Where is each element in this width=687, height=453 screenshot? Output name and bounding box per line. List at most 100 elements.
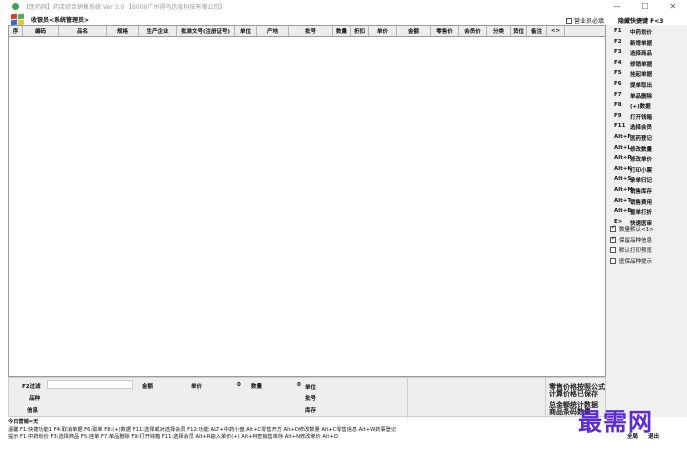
shortcut-key: F11 [614, 123, 626, 130]
column-header[interactable]: 编码 [23, 26, 59, 36]
hide-hotkeys-link[interactable]: 隐藏快捷键 F<3 [618, 16, 663, 25]
shortcut-item[interactable]: Alt+E 整单打折 [614, 208, 652, 216]
column-header[interactable]: <> [547, 26, 565, 36]
shortcut-item[interactable]: Alt+P 修改单价 [614, 155, 652, 163]
column-header[interactable]: 会员价 [459, 26, 487, 36]
unit-label: 单位 [305, 385, 317, 391]
shortcut-item[interactable]: F9 打开钱箱 [614, 113, 652, 121]
shortcut-key: F9 [614, 112, 622, 119]
exit-button[interactable]: 退出 [648, 432, 659, 440]
option-toggle[interactable]: 保留品种信息 [610, 235, 652, 244]
shortcut-label: 打开钱箱 [630, 114, 653, 121]
shortcut-item[interactable]: F2 新增单据 [614, 39, 652, 47]
close-button[interactable]: ✕ [659, 0, 687, 13]
title-bar: 【医药网】药店综合销售系统 Ver 3.0 【6000广州得马信息科技有限公司】… [0, 0, 687, 13]
shortcut-item[interactable]: Alt+T 销售费用 [614, 198, 652, 206]
shortcut-item[interactable]: Alt+M 销售库存 [614, 187, 652, 195]
shortcut-item[interactable]: F7 单品删除 [614, 92, 652, 100]
shortcut-item[interactable]: Alt+F 医药登记 [614, 134, 652, 142]
shortcut-item[interactable]: F1 中药划价 [614, 28, 652, 36]
shortcut-item[interactable]: F11 选择会员 [614, 123, 652, 131]
column-header[interactable]: 分类 [487, 26, 511, 36]
windows-logo-icon [11, 13, 26, 26]
option-toggle[interactable]: 数量默认<1> [610, 224, 654, 233]
shortcut-key: Alt+L [614, 144, 631, 151]
shortcut-key: Alt+M [614, 187, 633, 193]
shortcut-key: F2 [614, 38, 622, 45]
divider [545, 378, 546, 418]
price-label: 单价 [191, 384, 203, 390]
salesperson-required-checkbox[interactable] [566, 17, 572, 24]
column-header[interactable]: 零售价 [431, 26, 459, 36]
column-header[interactable]: 批号 [289, 26, 333, 36]
column-header[interactable]: 备注 [527, 26, 547, 36]
shortcut-item[interactable]: Alt+L 修改数量 [614, 145, 652, 153]
maximize-button[interactable]: ☐ [631, 0, 659, 13]
shortcut-label: 修改单价 [630, 157, 653, 164]
stock-label: 库存 [305, 408, 317, 414]
shortcut-label: 修改数量 [630, 146, 653, 153]
shortcut-label: 中药划价 [630, 30, 653, 36]
shortcut-key: F1 [614, 28, 622, 34]
shortcut-item[interactable]: F5 挂起单据 [614, 70, 652, 78]
shortcut-label: 选择会员 [630, 125, 653, 132]
shortcut-item[interactable]: Alt+S 录单归记 [614, 176, 652, 184]
sales-grid[interactable]: 序编码 品名 规格 生产企业 批准文号(注册证号) 单位 产地 批号 数量 折扣 单价 金额 零售价 会员… [8, 25, 606, 377]
shortcut-key: F4 [614, 59, 622, 66]
column-header[interactable]: 序 [9, 26, 23, 36]
shortcut-item[interactable]: F8 (+)数据 [614, 102, 651, 110]
shortcut-item[interactable]: Alt+K 打印小票 [614, 166, 652, 174]
column-header[interactable]: 单价 [369, 26, 397, 36]
price-value: 0 [237, 382, 241, 388]
column-header[interactable]: 品名 [59, 26, 107, 36]
shortcut-key: F6 [614, 81, 622, 87]
column-header[interactable]: 折扣 [351, 26, 369, 36]
column-header[interactable]: 单位 [235, 26, 257, 36]
shortcut-key: F8 [614, 102, 622, 109]
option-label: 默认打印预览 [619, 248, 653, 254]
column-header[interactable]: 生产企业 [139, 26, 177, 36]
filter-label: F2过滤 [22, 384, 41, 390]
variety-label: 品种 [29, 396, 41, 402]
shortcut-key: Alt+K [614, 165, 632, 172]
divider [407, 378, 408, 418]
option-checkbox[interactable] [610, 224, 616, 232]
option-checkbox[interactable] [610, 247, 616, 253]
price-formula-note: 零售价格按照公式 计算价格已保存 [549, 383, 605, 398]
option-checkbox[interactable] [610, 235, 616, 243]
shortcut-key: F5 [614, 70, 622, 77]
filter-input[interactable] [47, 380, 133, 389]
shortcut-item[interactable]: F3 选择商品 [614, 49, 652, 57]
column-header[interactable]: 产地 [257, 26, 289, 36]
column-header[interactable]: 数量 [333, 26, 351, 36]
shortcut-key: Alt+S [614, 176, 632, 183]
shortcut-key: Alt+F [614, 134, 632, 140]
minimize-button[interactable]: — [603, 0, 631, 13]
shortcut-key: F3 [614, 49, 622, 56]
shortcut-panel: F1 中药划价 F2 新增单据 F3 选择商品 F4 修销单据 F5 挂起单据 F6 提单取出 F7 单品… [606, 25, 687, 377]
shortcut-label: 提单取出 [630, 83, 653, 89]
column-header[interactable]: 规格 [107, 26, 139, 36]
salesperson-required-toggle[interactable]: 营业员必填 [566, 16, 604, 25]
info-label: 信息 [27, 408, 39, 414]
shortcut-key: Alt+P [614, 155, 632, 162]
shortcut-item[interactable]: F6 提单取出 [614, 81, 652, 89]
column-header[interactable]: 金额 [397, 26, 431, 36]
column-header[interactable]: 货位 [511, 26, 527, 36]
shortcut-label: 选择商品 [630, 51, 653, 58]
shortcut-item[interactable]: F4 修销单据 [614, 60, 652, 68]
shortcut-label: 销售费用 [630, 199, 653, 206]
option-toggle[interactable]: 默认打印预览 [610, 246, 652, 254]
option-label: 数量默认<1> [619, 227, 654, 233]
shortcut-label: 销售库存 [630, 189, 653, 195]
global-button[interactable]: 全局 [627, 432, 638, 440]
shortcut-key: Alt+T [614, 197, 632, 204]
shortcut-label: 整单打折 [630, 210, 653, 217]
shortcut-key: F7 [614, 91, 622, 98]
shortcut-label: 修销单据 [630, 61, 653, 68]
window-title: 【医药网】药店综合销售系统 Ver 3.0 【6000广州得马信息科技有限公司】 [23, 4, 226, 11]
option-toggle[interactable]: 医保品种提示 [610, 257, 652, 265]
amount-label: 金额 [142, 384, 154, 390]
option-checkbox[interactable] [610, 257, 616, 264]
column-header[interactable]: 批准文号(注册证号) [177, 26, 235, 36]
